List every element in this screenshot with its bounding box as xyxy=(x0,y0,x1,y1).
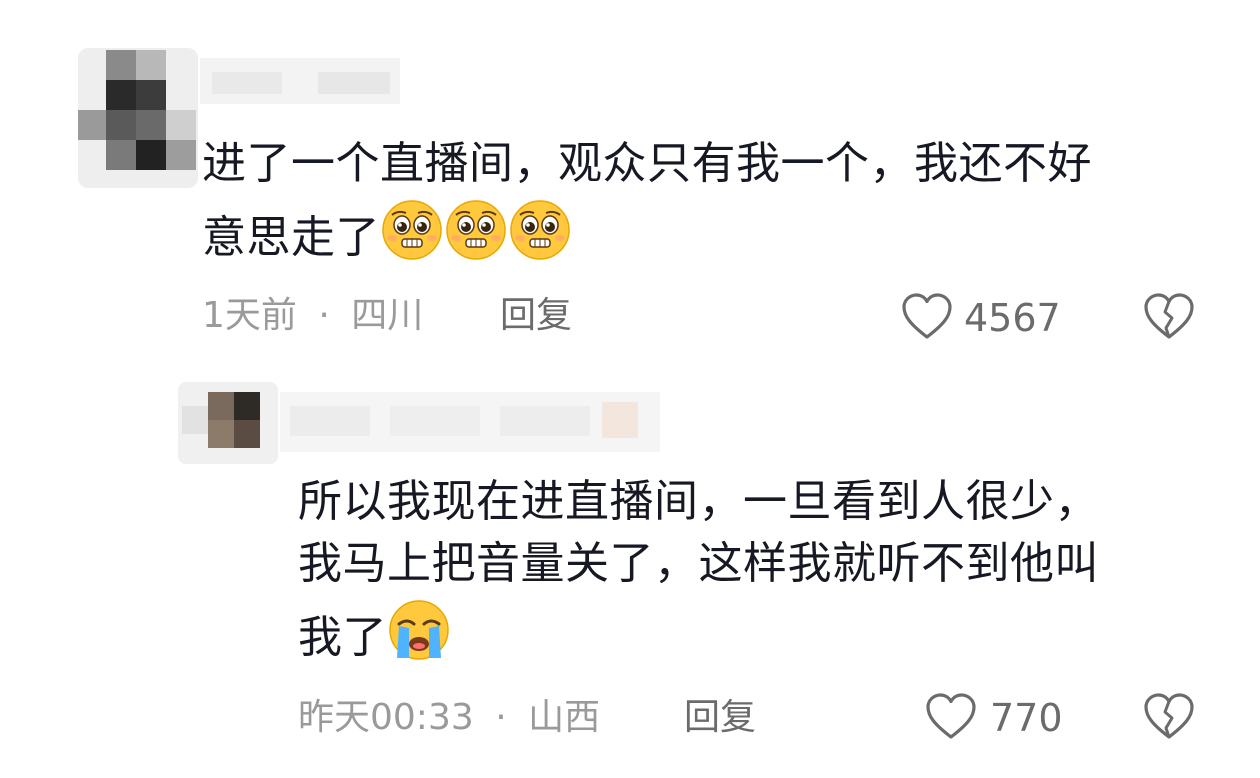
dislike-icon[interactable] xyxy=(1142,292,1196,342)
comment-text: 进了一个直播间，观众只有我一个，我还不好 意思走了 xyxy=(202,136,1212,276)
comment-text-line: 所以我现在进直播间，一旦看到人很少， xyxy=(298,476,1099,527)
timestamp: 昨天00:33 xyxy=(298,697,474,738)
like-count: 4567 xyxy=(964,296,1061,340)
comment-text-line: 我了 xyxy=(298,612,387,663)
reply-button[interactable]: 回复 xyxy=(500,294,572,338)
comment-meta: 昨天00:33 · 山西 xyxy=(298,696,600,740)
username-blurred[interactable] xyxy=(280,392,660,452)
dislike-icon[interactable] xyxy=(1142,692,1196,742)
separator-dot: · xyxy=(318,295,330,336)
location: 山西 xyxy=(528,697,601,738)
comment-text: 所以我现在进直播间，一旦看到人很少， 我马上把音量关了，这样我就听不到他叫 我了 xyxy=(298,474,1218,676)
like-icon[interactable] xyxy=(900,292,954,342)
pleading-face-icon xyxy=(380,198,444,276)
reply-button[interactable]: 回复 xyxy=(684,696,756,740)
loudly-crying-face-icon xyxy=(387,598,451,676)
comment-text-line: 进了一个直播间，观众只有我一个，我还不好 xyxy=(202,138,1092,189)
like-count: 770 xyxy=(990,696,1063,740)
avatar[interactable] xyxy=(178,382,278,464)
location: 四川 xyxy=(351,295,424,336)
timestamp: 1天前 xyxy=(202,295,297,336)
pleading-face-icon xyxy=(508,198,572,276)
separator-dot: · xyxy=(495,697,507,738)
username-blurred[interactable] xyxy=(200,58,400,104)
comment-meta: 1天前 · 四川 xyxy=(202,294,423,338)
pleading-face-icon xyxy=(444,198,508,276)
like-icon[interactable] xyxy=(924,692,978,742)
comment-text-line: 意思走了 xyxy=(202,212,380,263)
avatar[interactable] xyxy=(78,48,198,188)
comment-text-line: 我马上把音量关了，这样我就听不到他叫 xyxy=(298,538,1099,589)
